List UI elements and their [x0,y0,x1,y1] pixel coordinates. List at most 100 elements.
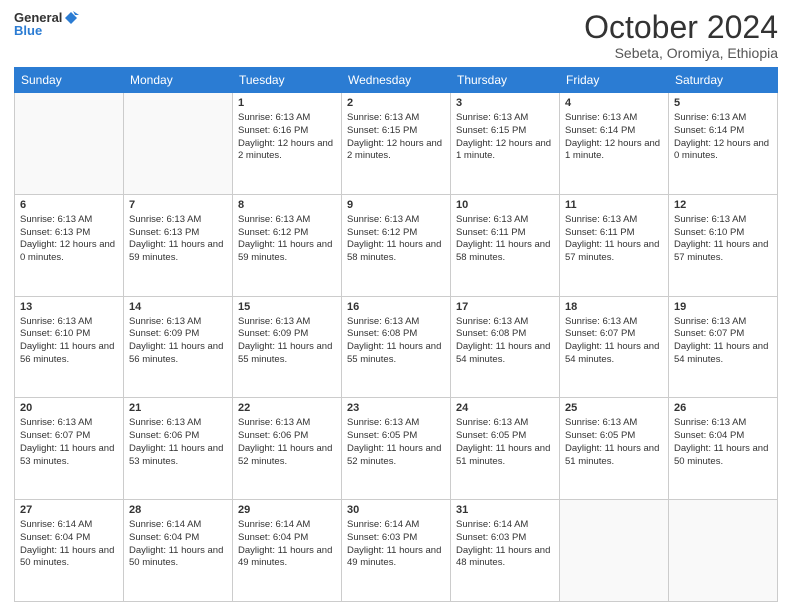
day-cell-19: 19Sunrise: 6:13 AMSunset: 6:07 PMDayligh… [669,296,778,398]
day-number: 9 [347,198,445,213]
day-cell-20: 20Sunrise: 6:13 AM Sunset: 6:07 PM Dayligh… [15,398,124,500]
sunset-text: Sunset: 6:10 PM [20,328,90,339]
day-cell-10: 10Sunrise: 6:13 AMSunset: 6:11 PMDayligh… [451,194,560,296]
sunrise-text: Sunrise: 6:13 AM [129,417,201,428]
daylight-text: Daylight: 12 hours and 0 minutes. [20,239,115,263]
day-number: 7 [129,198,227,213]
title-block: October 2024 Sebeta, Oromiya, Ethiopia [584,10,778,61]
day-cell-14: 14Sunrise: 6:13 AMSunset: 6:09 PMDayligh… [124,296,233,398]
day-number: 25 [565,401,663,416]
sunrise-text: Sunrise: 6:13 AM [456,417,528,428]
day-number: 8 [238,198,336,213]
sunrise-text: Sunrise: 6:13 AM [456,214,528,225]
sunrise-text: Sunrise: 6:13 AM [347,417,419,428]
sunrise-text: Sunrise: 6:13 AM [674,214,746,225]
day-cell-16: 16Sunrise: 6:13 AMSunset: 6:08 PMDayligh… [342,296,451,398]
sunset-text: Sunset: 6:12 PM [347,227,417,238]
sunset-text: Sunset: 6:15 PM [347,125,417,136]
day-cell-21: 21Sunrise: 6:13 AM Sunset: 6:06 PM Dayligh… [124,398,233,500]
day-cell-12: 12Sunrise: 6:13 AMSunset: 6:10 PMDayligh… [669,194,778,296]
day-number: 26 [674,401,772,416]
day-number: 5 [674,96,772,111]
day-cell-11: 11Sunrise: 6:13 AMSunset: 6:11 PMDayligh… [560,194,669,296]
day-number: 29 [238,503,336,518]
day-number: 3 [456,96,554,111]
day-cell-25: 25Sunrise: 6:13 AMSunset: 6:05 PMDayligh… [560,398,669,500]
logo: General Blue [14,10,79,38]
week-row-5: 27Sunrise: 6:14 AMSunset: 6:04 PMDayligh… [15,500,778,602]
daylight-text: Daylight: 11 hours and 50 minutes. [674,443,768,467]
daylight-text: Daylight: 11 hours and 52 minutes. [347,443,441,467]
daylight-text: Daylight: 11 hours and 55 minutes. [347,341,441,365]
day-cell-5: 5Sunrise: 6:13 AMSunset: 6:14 PMDaylight… [669,93,778,195]
daylight-text: Daylight: 11 hours and 54 minutes. [565,341,659,365]
daylight-text: Daylight: 11 hours and 57 minutes. [565,239,659,263]
day-number: 28 [129,503,227,518]
day-number: 22 [238,401,336,416]
sunrise-text: Sunrise: 6:14 AM [456,519,528,530]
day-number: 12 [674,198,772,213]
sunset-text: Sunset: 6:06 PM [238,430,308,441]
day-number: 14 [129,300,227,315]
day-cell-29: 29Sunrise: 6:14 AMSunset: 6:04 PMDayligh… [233,500,342,602]
sunset-text: Sunset: 6:15 PM [456,125,526,136]
empty-cell [560,500,669,602]
daylight-text: Daylight: 11 hours and 54 minutes. [456,341,550,365]
sunset-text: Sunset: 6:10 PM [674,227,744,238]
sunrise-text: Sunrise: 6:13 AM [674,417,746,428]
day-number: 17 [456,300,554,315]
sunset-text: Sunset: 6:07 PM [565,328,635,339]
daylight-text: Daylight: 11 hours and 49 minutes. [347,545,441,569]
day-cell-22: 22Sunrise: 6:13 AMSunset: 6:06 PMDayligh… [233,398,342,500]
sunset-text: Sunset: 6:06 PM [129,430,199,441]
daylight-text: Daylight: 11 hours and 50 minutes. [20,545,114,569]
logo-icon [63,10,79,26]
sunrise-text: Sunrise: 6:13 AM [565,112,637,123]
sunrise-text: Sunrise: 6:13 AM [129,316,201,327]
month-title: October 2024 [584,10,778,45]
sunset-text: Sunset: 6:04 PM [20,532,90,543]
calendar-table: SundayMondayTuesdayWednesdayThursdayFrid… [14,67,778,602]
daylight-text: Daylight: 11 hours and 48 minutes. [456,545,550,569]
daylight-text: Daylight: 11 hours and 54 minutes. [674,341,768,365]
daylight-text: Daylight: 12 hours and 1 minute. [456,138,551,162]
week-row-4: 20Sunrise: 6:13 AMSunset: 6:07 PMDayligh… [15,398,778,500]
weekday-header-tuesday: Tuesday [233,68,342,93]
day-number: 31 [456,503,554,518]
daylight-text: Daylight: 11 hours and 58 minutes. [456,239,550,263]
daylight-text: Daylight: 11 hours and 53 minutes. [129,443,223,467]
day-number: 21 [129,401,227,416]
day-cell-30: 30Sunrise: 6:14 AMSunset: 6:03 PMDayligh… [342,500,451,602]
sunrise-text: Sunrise: 6:13 AM [565,316,637,327]
sunset-text: Sunset: 6:05 PM [565,430,635,441]
sunrise-text: Sunrise: 6:13 AM [456,316,528,327]
sunrise-text: Sunrise: 6:13 AM [20,214,92,225]
day-number: 2 [347,96,445,111]
daylight-text: Daylight: 12 hours and 1 minute. [565,138,660,162]
sunset-text: Sunset: 6:08 PM [456,328,526,339]
sunset-text: Sunset: 6:16 PM [238,125,308,136]
week-row-1: 1Sunrise: 6:13 AMSunset: 6:16 PMDaylight… [15,93,778,195]
day-cell-6: 6Sunrise: 6:13 AMSunset: 6:13 PMDaylight… [15,194,124,296]
day-number: 6 [20,198,118,213]
day-number: 30 [347,503,445,518]
day-cell-31: 31Sunrise: 6:14 AMSunset: 6:03 PMDayligh… [451,500,560,602]
sunset-text: Sunset: 6:05 PM [456,430,526,441]
daylight-text: Daylight: 11 hours and 56 minutes. [129,341,223,365]
sunrise-text: Sunrise: 6:13 AM [347,112,419,123]
daylight-text: Daylight: 11 hours and 53 minutes. [20,443,114,467]
sunset-text: Sunset: 6:07 PM [20,430,90,441]
sunset-text: Sunset: 6:14 PM [674,125,744,136]
sunset-text: Sunset: 6:09 PM [238,328,308,339]
logo-blue: Blue [14,24,42,38]
day-cell-4: 4Sunrise: 6:13 AMSunset: 6:14 PMDaylight… [560,93,669,195]
day-number: 20 [20,401,118,416]
sunrise-text: Sunrise: 6:14 AM [129,519,201,530]
weekday-header-friday: Friday [560,68,669,93]
day-number: 13 [20,300,118,315]
sunrise-text: Sunrise: 6:13 AM [20,417,92,428]
daylight-text: Daylight: 11 hours and 50 minutes. [129,545,223,569]
daylight-text: Daylight: 11 hours and 51 minutes. [565,443,659,467]
day-cell-26: 26Sunrise: 6:13 AMSunset: 6:04 PMDayligh… [669,398,778,500]
weekday-header-saturday: Saturday [669,68,778,93]
